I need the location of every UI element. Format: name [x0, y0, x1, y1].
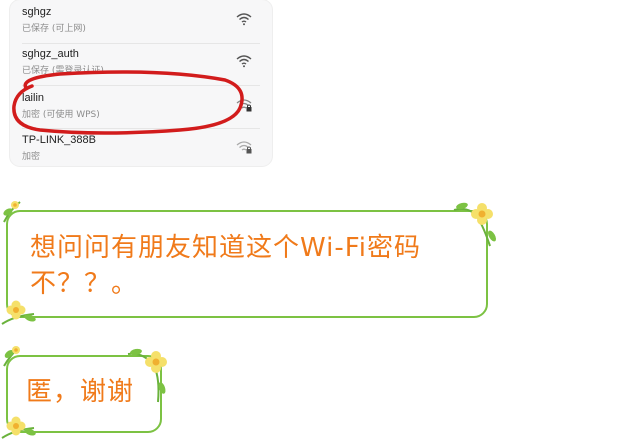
wifi-name: lailin	[22, 92, 45, 104]
flower-vine-icon	[1, 300, 36, 325]
wifi-item-lailin[interactable]: lailin 加密 (可使用 WPS)	[22, 92, 260, 132]
message-bubble: 想问问有朋友知道这个Wi-Fi密码 不？？。	[6, 210, 488, 318]
message-text: 匿，谢谢	[26, 377, 135, 407]
wifi-locked-icon	[236, 99, 252, 112]
wifi-locked-icon	[236, 141, 252, 154]
wifi-list-card: sghgz 已保存 (可上网) sghgz_auth 已保存 (需登录认证) l…	[10, 0, 272, 166]
flower-vine-icon	[127, 348, 167, 403]
wifi-status: 已保存 (可上网)	[22, 24, 86, 34]
wifi-signal-icon	[236, 55, 252, 68]
wifi-item-sghgz-auth[interactable]: sghgz_auth 已保存 (需登录认证)	[22, 48, 260, 88]
wifi-name: sghgz_auth	[22, 48, 79, 60]
flower-vine-icon	[3, 346, 20, 367]
wifi-name: sghgz	[22, 6, 52, 18]
flower-vine-icon	[453, 202, 496, 247]
flower-vine-icon	[3, 201, 21, 223]
divider	[22, 85, 260, 86]
divider	[22, 128, 260, 129]
message-text-line2: 不？？。	[30, 269, 139, 299]
wifi-status: 加密	[22, 152, 41, 162]
wifi-status: 加密 (可使用 WPS)	[22, 110, 100, 120]
wifi-name: TP-LINK_388B	[22, 134, 96, 146]
flower-vine-icon	[1, 416, 36, 439]
divider	[22, 43, 260, 44]
message-text-line1: 想问问有朋友知道这个Wi-Fi密码	[30, 233, 422, 263]
wifi-status: 已保存 (需登录认证)	[22, 66, 104, 76]
wifi-item-tp-link[interactable]: TP-LINK_388B 加密	[22, 134, 260, 174]
wifi-signal-icon	[236, 13, 252, 26]
wifi-item-sghgz[interactable]: sghgz 已保存 (可上网)	[22, 6, 260, 46]
